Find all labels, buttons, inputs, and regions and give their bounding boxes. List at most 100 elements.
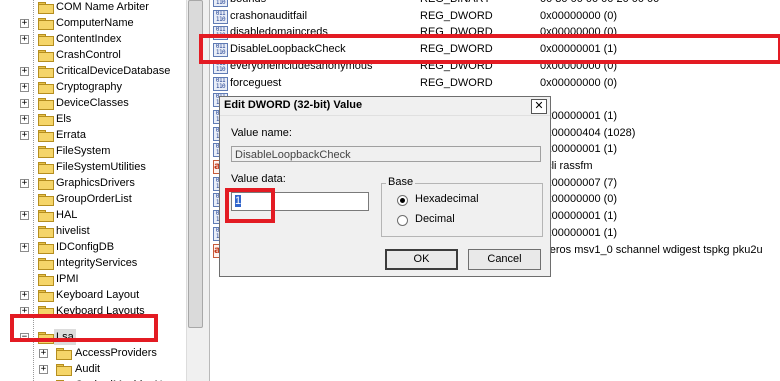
folder-icon	[56, 348, 72, 360]
folder-icon	[38, 82, 54, 94]
value-row[interactable]: 011110bounds REG_BINARY 00 30 00 00 00 20 …	[210, 0, 780, 8]
value-data: 0x00000404 (1028)	[540, 127, 636, 139]
tree-item-label: FileSystemUtilities	[56, 161, 146, 173]
tree-item-label: Errata	[56, 129, 86, 141]
folder-icon	[38, 34, 54, 46]
folder-icon	[38, 162, 54, 174]
folder-icon	[38, 146, 54, 158]
expand-icon[interactable]: +	[39, 365, 48, 374]
value-data-label: Value data:	[231, 173, 286, 185]
ok-button[interactable]: OK	[385, 249, 458, 270]
value-data: 0x00000000 (0)	[540, 193, 618, 205]
tree-item-label: Lsa	[54, 329, 76, 345]
value-data-text: 1	[235, 195, 242, 207]
tree-item-label: IDConfigDB	[56, 241, 115, 253]
hexadecimal-label[interactable]: Hexadecimal	[415, 193, 479, 205]
decimal-label[interactable]: Decimal	[415, 213, 455, 225]
tree-connector-line	[33, 0, 34, 381]
tree-item-label: GroupOrderList	[56, 193, 132, 205]
expand-icon[interactable]: +	[20, 99, 29, 108]
value-type: REG_DWORD	[420, 10, 493, 22]
decimal-radio[interactable]	[397, 215, 408, 226]
pane-splitter[interactable]	[203, 0, 210, 381]
tree-item-label: Keyboard Layouts	[56, 305, 145, 317]
binary-value-icon: 011110	[213, 77, 228, 91]
tree-item-label: GraphicsDrivers	[56, 177, 135, 189]
cancel-button[interactable]: Cancel	[468, 249, 541, 270]
folder-icon	[38, 290, 54, 302]
tree-item-label: COM Name Arbiter	[56, 1, 149, 13]
value-data: 0x00000007 (7)	[540, 177, 618, 189]
expand-icon[interactable]: +	[20, 179, 29, 188]
value-type: REG_DWORD	[420, 26, 493, 38]
value-name: crashonauditfail	[230, 10, 308, 22]
binary-value-icon: 011110	[213, 0, 228, 7]
value-data: rberos msv1_0 schannel wdigest tspkg pku…	[540, 244, 763, 256]
value-data: 0x00000001 (1)	[540, 227, 618, 239]
expand-icon[interactable]: +	[20, 67, 29, 76]
folder-icon	[38, 274, 54, 286]
value-name: DisableLoopbackCheck	[230, 43, 346, 55]
folder-icon	[38, 50, 54, 62]
expand-icon[interactable]: +	[20, 291, 29, 300]
registry-tree[interactable]: COM Name Arbiter + ComputerName + ContentInd…	[0, 0, 186, 381]
expand-icon[interactable]: +	[20, 83, 29, 92]
value-data: 00 30 00 00 00 20 00 00	[540, 0, 659, 8]
binary-value-icon: 011110	[213, 43, 228, 57]
value-row[interactable]: 011 110 disabledomaincreds REG_DWORD 0x00000…	[210, 24, 780, 41]
hexadecimal-radio[interactable]	[397, 195, 408, 206]
value-data: 0x00000000 (0)	[540, 26, 618, 38]
folder-icon	[38, 258, 54, 270]
value-type: REG_BINARY	[420, 0, 491, 8]
expand-icon[interactable]: +	[20, 307, 29, 316]
folder-icon	[38, 18, 54, 30]
tree-item-label: hivelist	[56, 225, 90, 237]
value-row[interactable]: 011 110 crashonauditfail REG_DWORD 0x0000000…	[210, 8, 780, 25]
base-group	[381, 183, 543, 237]
expand-icon[interactable]: +	[20, 115, 29, 124]
value-row[interactable]: 011 110 DisableLoopbackCheck REG_DWORD 0x000…	[210, 41, 780, 58]
base-group-label: Base	[386, 176, 416, 188]
edit-dword-dialog: Edit DWORD (32-bit) Value ✕ Value name: …	[219, 96, 551, 277]
value-type: REG_DWORD	[420, 77, 493, 89]
expand-icon[interactable]: +	[20, 131, 29, 140]
expand-icon[interactable]: +	[20, 211, 29, 220]
folder-icon	[38, 242, 54, 254]
value-data: 0x00000001 (1)	[540, 43, 618, 55]
value-type: REG_DWORD	[420, 60, 493, 72]
value-name: forceguest	[230, 77, 282, 89]
tree-item-label: CriticalDeviceDatabase	[56, 65, 171, 77]
tree-item-label: Audit	[75, 363, 101, 375]
tree-item-label: HAL	[56, 209, 78, 221]
radio-checked-dot	[400, 198, 405, 203]
expand-icon[interactable]: +	[20, 19, 29, 28]
folder-icon	[38, 178, 54, 190]
expand-icon[interactable]: +	[20, 35, 29, 44]
folder-icon	[38, 226, 54, 238]
binary-value-icon: 011110	[213, 26, 228, 40]
tree-item-label: FileSystem	[56, 145, 111, 157]
value-row[interactable]: 011 110 forceguest REG_DWORD 0x00000000 (0)	[210, 75, 780, 92]
tree-item-label: CachedMachineNames	[75, 377, 186, 381]
tree-item-label: CrashControl	[56, 49, 121, 61]
tree-item-label: ContentIndex	[56, 33, 122, 45]
folder-icon	[38, 194, 54, 206]
tree-item-label: Cryptography	[56, 81, 123, 93]
tree-scrollbar-thumb[interactable]	[188, 0, 203, 328]
binary-value-icon: 011110	[213, 10, 228, 24]
folder-icon	[38, 332, 54, 344]
expand-icon[interactable]: +	[20, 243, 29, 252]
dialog-title-bar[interactable]: Edit DWORD (32-bit) Value ✕	[220, 97, 550, 116]
folder-icon	[38, 2, 54, 14]
folder-icon	[38, 210, 54, 222]
value-data-input[interactable]: 1	[231, 192, 369, 211]
tree-item-label: IntegrityServices	[56, 257, 138, 269]
value-data: 0x00000000 (0)	[540, 77, 618, 89]
value-row[interactable]: 011 110 everyoneincludesanonymous REG_DWORD…	[210, 58, 780, 75]
close-icon[interactable]: ✕	[531, 99, 547, 114]
value-data: 0x00000000 (0)	[540, 10, 618, 22]
collapse-icon[interactable]: −	[20, 333, 29, 342]
value-type: REG_DWORD	[420, 43, 493, 55]
expand-icon[interactable]: +	[39, 349, 48, 358]
folder-icon	[38, 66, 54, 78]
